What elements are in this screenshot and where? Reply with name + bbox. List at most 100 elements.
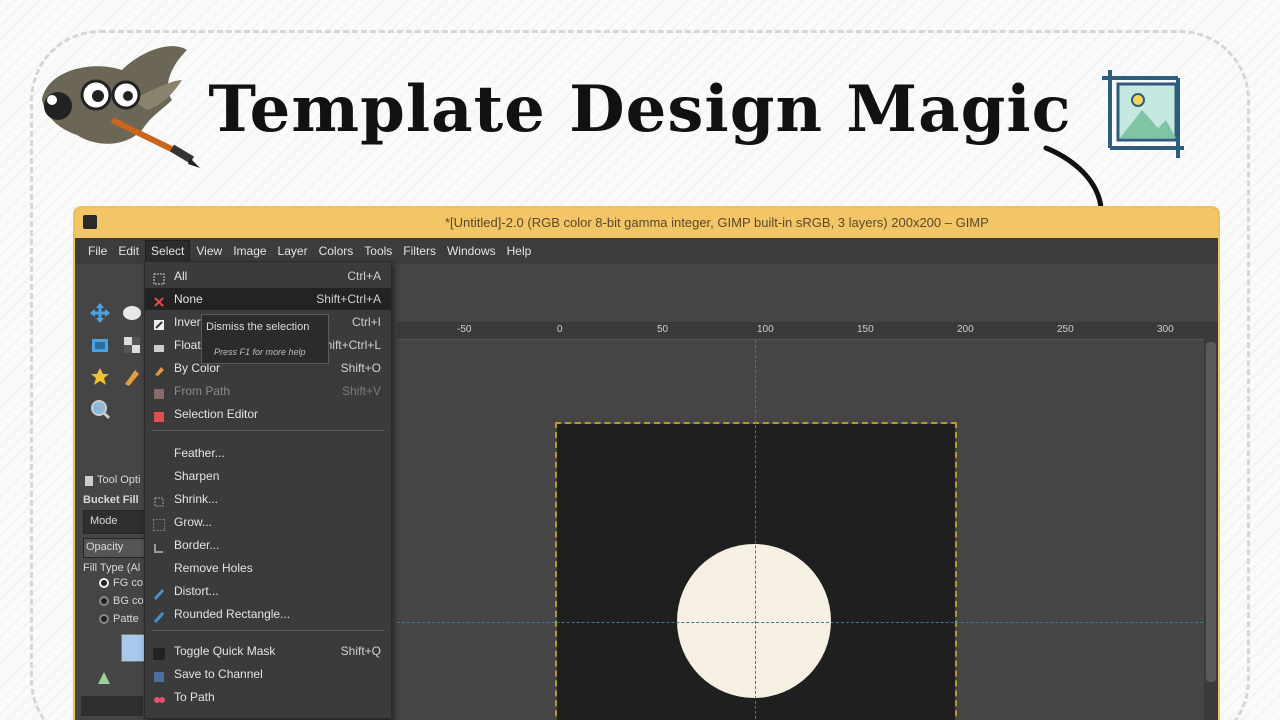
- to-path-icon: [153, 691, 165, 703]
- move-tool-icon[interactable]: [89, 302, 111, 324]
- scroll-thumb[interactable]: [1206, 342, 1216, 682]
- menu-image[interactable]: Image: [228, 241, 271, 261]
- horizontal-ruler: -50 0 50 100 150 200 250 300: [397, 322, 1204, 340]
- menu-item-shrink[interactable]: Shrink...: [145, 488, 391, 510]
- menu-item-label: Toggle Quick Mask: [174, 644, 276, 658]
- quick-mask-icon: [153, 645, 165, 660]
- menu-help[interactable]: Help: [502, 241, 537, 261]
- menu-edit[interactable]: Edit: [113, 241, 144, 261]
- tool-options-icon: [85, 476, 93, 486]
- menu-item-rounded-rectangle[interactable]: Rounded Rectangle...: [145, 603, 391, 625]
- ruler-tick: 300: [1157, 324, 1174, 335]
- menu-item-shortcut: Ctrl+I: [351, 315, 381, 329]
- menu-item-label: Sharpen: [174, 469, 220, 483]
- menu-item-distort[interactable]: Distort...: [145, 580, 391, 602]
- radio-pattern-label: Patte: [113, 613, 139, 625]
- menu-file[interactable]: File: [83, 241, 112, 261]
- mode-label: Mode: [90, 515, 118, 527]
- menu-item-shortcut: Shift+V: [341, 384, 381, 398]
- grow-icon: [152, 516, 166, 532]
- brush-icon[interactable]: [93, 666, 115, 688]
- ellipse-select-icon[interactable]: [121, 302, 143, 324]
- radio-pattern[interactable]: [99, 614, 109, 624]
- radio-fg-label: FG co: [113, 577, 143, 589]
- menu-item-shortcut: Shift+Ctrl+A: [316, 292, 381, 306]
- select-none-icon: [153, 293, 165, 307]
- horizontal-guide[interactable]: [397, 622, 1218, 623]
- white-circle: [677, 544, 831, 698]
- menu-item-from-path[interactable]: From Path Shift+V: [145, 380, 391, 402]
- menu-item-selection-editor[interactable]: Selection Editor: [145, 403, 391, 425]
- menu-item-feather[interactable]: Feather...: [145, 442, 391, 464]
- image-canvas[interactable]: [555, 422, 957, 720]
- menu-item-grow[interactable]: Grow...: [145, 511, 391, 533]
- menu-separator: [151, 630, 385, 631]
- by-color-icon: [153, 362, 165, 376]
- shrink-icon: [153, 493, 165, 507]
- zoom-tool-icon[interactable]: [89, 398, 111, 420]
- menu-item-border[interactable]: Border...: [145, 534, 391, 556]
- gimp-app-icon: [83, 215, 97, 229]
- menu-item-remove-holes[interactable]: Remove Holes: [145, 557, 391, 579]
- dock-tabs[interactable]: [81, 696, 143, 716]
- ruler-tick: 50: [657, 324, 669, 335]
- distort-icon: [153, 585, 165, 600]
- menu-item-label: Feather...: [174, 446, 225, 460]
- mode-field[interactable]: Mode: [83, 510, 147, 534]
- menu-item-label: Save to Channel: [174, 667, 263, 681]
- menu-item-label: Remove Holes: [174, 561, 253, 575]
- border-icon: [153, 539, 165, 553]
- menu-item-label: Shrink...: [174, 492, 219, 506]
- menu-item-label: To Path: [174, 690, 215, 704]
- menu-item-toggle-quick-mask[interactable]: Toggle Quick Mask Shift+Q: [145, 640, 391, 662]
- radio-bg[interactable]: [99, 596, 109, 606]
- tool-options-tab[interactable]: Tool Opti: [97, 474, 140, 486]
- menu-item-label: Rounded Rectangle...: [174, 607, 291, 621]
- from-path-icon: [153, 385, 165, 399]
- menu-tools[interactable]: Tools: [359, 241, 397, 261]
- menu-item-all[interactable]: All Ctrl+A: [145, 265, 391, 287]
- opacity-slider[interactable]: Opacity: [83, 538, 147, 558]
- radio-fg[interactable]: [99, 578, 109, 588]
- ruler-tick: 250: [1057, 324, 1074, 335]
- ruler-tick: 0: [557, 324, 563, 335]
- menu-view[interactable]: View: [191, 241, 227, 261]
- menu-item-none[interactable]: None Shift+Ctrl+A: [145, 288, 391, 310]
- save-channel-icon: [153, 668, 165, 682]
- fill-type-label: Fill Type (Al: [83, 562, 141, 574]
- menu-colors[interactable]: Colors: [314, 241, 359, 261]
- window-title: *[Untitled]-2.0 (RGB color 8-bit gamma i…: [445, 215, 989, 230]
- menu-item-label: Invert: [174, 315, 205, 329]
- menu-layer[interactable]: Layer: [273, 241, 313, 261]
- rounded-rectangle-icon: [153, 608, 165, 623]
- ruler-tick: 100: [757, 324, 774, 335]
- menu-item-to-path[interactable]: To Path: [145, 686, 391, 708]
- radio-bg-label: BG co: [113, 595, 144, 607]
- menu-item-save-to-channel[interactable]: Save to Channel: [145, 663, 391, 685]
- toolbox: Tool Opti Bucket Fill Mode Opacity Fill …: [75, 264, 147, 720]
- canvas-area: -50 0 50 100 150 200 250 300: [397, 264, 1218, 720]
- tooltip-hint: Press F1 for more help: [214, 347, 306, 357]
- menu-item-label: Float: [174, 338, 201, 352]
- vertical-guide[interactable]: [755, 340, 756, 720]
- menu-item-label: Grow...: [174, 515, 213, 529]
- menu-item-label: Border...: [174, 538, 220, 552]
- menu-item-shortcut: Shift+O: [340, 361, 381, 375]
- menu-item-label: From Path: [174, 384, 231, 398]
- menu-item-label: None: [174, 292, 203, 306]
- menu-filters[interactable]: Filters: [398, 241, 441, 261]
- menu-item-sharpen[interactable]: Sharpen: [145, 465, 391, 487]
- menu-item-shortcut: Ctrl+A: [347, 269, 381, 283]
- headline: Template Design Magic: [208, 72, 1072, 147]
- menu-item-label: All: [174, 269, 188, 283]
- invert-icon: [153, 316, 165, 330]
- menu-windows[interactable]: Windows: [442, 241, 501, 261]
- tooltip: Dismiss the selection Press F1 for more …: [201, 314, 329, 364]
- vertical-scrollbar[interactable]: [1204, 322, 1218, 720]
- menu-item-label: Distort...: [174, 584, 219, 598]
- transform-tool-icon[interactable]: [89, 334, 111, 356]
- checker-tool-icon[interactable]: [121, 334, 143, 356]
- smudge-tool-icon[interactable]: [121, 366, 143, 388]
- heal-tool-icon[interactable]: [89, 366, 111, 388]
- menu-select[interactable]: Select: [145, 240, 191, 262]
